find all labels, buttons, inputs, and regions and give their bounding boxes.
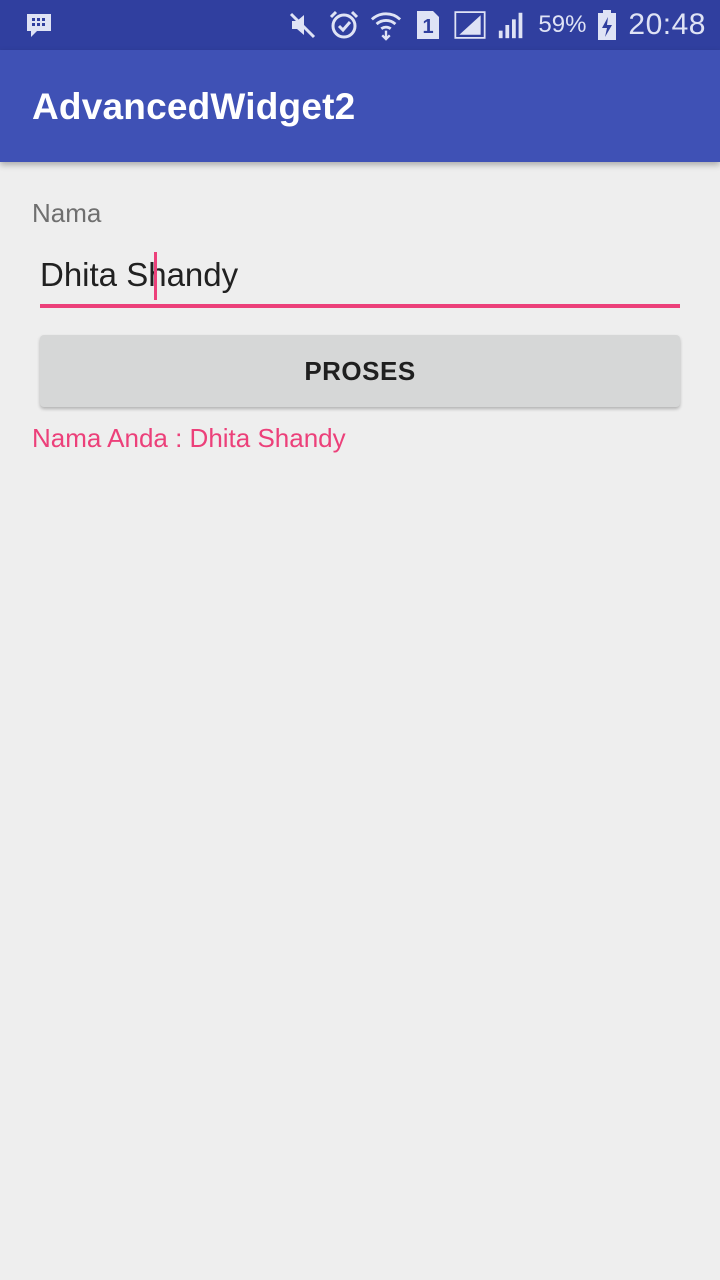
battery-charging-icon bbox=[596, 9, 618, 41]
app-title: AdvancedWidget2 bbox=[32, 86, 356, 127]
signal-sim2-icon bbox=[496, 9, 528, 41]
signal-sim1-icon bbox=[454, 9, 486, 41]
app-bar: AdvancedWidget2 bbox=[0, 50, 720, 162]
result-text: Nama Anda : Dhita Shandy bbox=[32, 423, 346, 453]
battery-percent: 59% bbox=[538, 11, 587, 38]
sim1-label: 1 bbox=[423, 16, 434, 38]
status-icons: 1 59% 20:48 bbox=[286, 0, 706, 50]
sim1-icon: 1 bbox=[412, 9, 444, 41]
text-cursor bbox=[154, 252, 157, 300]
clock: 20:48 bbox=[628, 8, 706, 41]
mute-icon bbox=[286, 9, 318, 41]
status-bar: 1 59% 20:48 bbox=[0, 0, 720, 50]
name-label: Nama bbox=[32, 198, 102, 228]
name-input[interactable]: Dhita Shandy bbox=[40, 250, 680, 308]
name-input-value: Dhita Shandy bbox=[40, 256, 239, 293]
wifi-icon bbox=[370, 9, 402, 41]
alarm-icon bbox=[328, 9, 360, 41]
bbm-chat-icon bbox=[24, 10, 54, 40]
proses-button[interactable]: PROSES bbox=[40, 335, 680, 407]
